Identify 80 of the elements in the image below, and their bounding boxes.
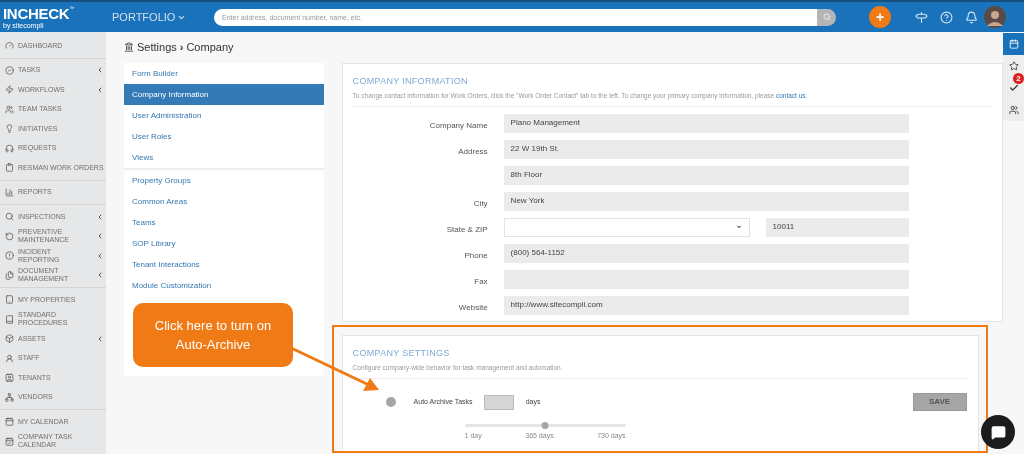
bar-chart-icon — [5, 187, 14, 197]
person-icon — [5, 353, 14, 363]
panel-title: COMPANY INFORMATION — [352, 75, 469, 88]
add-button[interactable]: + — [869, 6, 891, 28]
network-icon — [5, 392, 14, 402]
contact-card-icon — [5, 373, 14, 383]
notifications-icon[interactable] — [965, 10, 978, 24]
field-label: Company Name — [429, 121, 488, 131]
breadcrumb-page: Company — [186, 39, 234, 55]
settings-menu-item[interactable]: Module Customization — [124, 275, 324, 296]
search-button[interactable] — [817, 8, 836, 26]
field-label: Fax — [474, 277, 488, 287]
documents-icon — [5, 270, 14, 280]
settings-menu-item[interactable]: Teams — [124, 212, 324, 233]
save-button[interactable]: SAVE — [912, 393, 967, 412]
check-circle-icon — [5, 65, 14, 75]
clipboard-icon — [5, 163, 14, 173]
box-icon — [5, 334, 14, 344]
slider-thumb[interactable] — [541, 422, 549, 430]
settings-menu-item[interactable]: Form Builder — [124, 63, 324, 84]
calendar-icon — [1008, 39, 1019, 49]
settings-menu-item[interactable]: SOP Library — [124, 233, 324, 254]
people-icon — [5, 104, 14, 114]
input-field[interactable]: (800) 564-1152 — [503, 243, 909, 263]
calendar-check-icon — [5, 436, 14, 446]
tablet-icon — [5, 295, 14, 305]
people-icon[interactable] — [1008, 105, 1019, 115]
field-label: Phone — [464, 251, 488, 261]
chevron-icon — [96, 334, 104, 343]
field-label: Website — [458, 303, 488, 313]
search-icon — [5, 212, 14, 222]
settings-menu-item[interactable]: User Roles — [124, 126, 324, 147]
field-label: Address — [458, 147, 488, 157]
lightbulb-icon — [5, 124, 14, 134]
breadcrumb-section[interactable]: Settings — [137, 38, 177, 56]
chevron-icon — [96, 212, 104, 221]
calendar-tab[interactable] — [1003, 33, 1024, 55]
star-icon[interactable] — [1008, 61, 1019, 71]
input-field[interactable]: Plano Management — [503, 113, 909, 133]
book-icon — [5, 314, 14, 324]
avatar[interactable] — [984, 6, 1006, 28]
calendar-icon — [5, 417, 14, 427]
gauge-icon — [5, 41, 14, 51]
check-icon[interactable] — [1008, 83, 1019, 93]
field-label: State & ZIP — [446, 225, 488, 235]
chevron-icon — [96, 232, 104, 241]
settings-menu-item[interactable]: User Administration — [124, 105, 324, 126]
auto-archive-toggle[interactable] — [385, 397, 396, 408]
input-field[interactable]: http://www.sitecompli.com — [503, 295, 909, 315]
input-field[interactable]: 22 W 19th St. — [503, 139, 909, 159]
alert-icon — [5, 251, 14, 261]
field-label: City — [473, 199, 488, 209]
headset-icon — [5, 143, 14, 153]
portfolio-dropdown[interactable]: PORTFOLIO — [112, 8, 214, 26]
callout-text: Click here to turn on Auto-Archive — [153, 317, 273, 354]
chat-icon — [990, 424, 1006, 440]
settings-menu-item[interactable]: Property Groups — [124, 170, 324, 191]
bank-icon — [124, 42, 134, 52]
settings-menu-item[interactable]: Common Areas — [124, 191, 324, 212]
settings-menu-item[interactable]: Tenant Interactions — [124, 254, 324, 275]
breadcrumb-separator: › — [179, 39, 184, 55]
search-icon — [822, 13, 831, 21]
signpost-icon[interactable] — [915, 10, 928, 24]
chevron-icon — [96, 251, 104, 260]
settings-menu-item[interactable]: Views — [124, 147, 324, 168]
logo: INCHECK — [3, 5, 70, 21]
chevron-icon — [96, 66, 104, 75]
lightning-icon — [5, 85, 14, 95]
input-field[interactable]: New York — [503, 191, 909, 211]
count-badge: 2 — [1013, 73, 1024, 84]
chat-button[interactable] — [981, 415, 1015, 449]
zip-field[interactable]: 10011 — [765, 217, 909, 237]
undo-arrow-icon — [5, 231, 14, 241]
panel-title: COMPANY SETTINGS — [352, 347, 451, 360]
chevron-icon — [96, 271, 104, 280]
input-field[interactable]: 8th Floor — [503, 165, 909, 185]
chevron-icon — [96, 85, 104, 94]
settings-menu-item[interactable]: Company Information — [124, 84, 324, 105]
help-icon[interactable] — [940, 10, 953, 24]
days-field[interactable] — [483, 394, 514, 410]
